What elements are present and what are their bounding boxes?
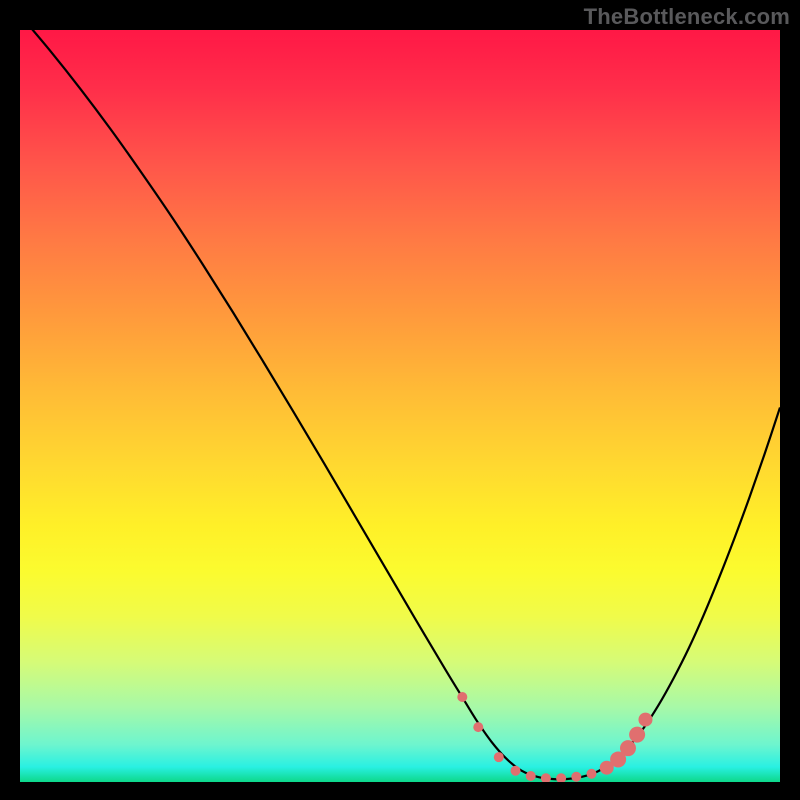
curve-marker xyxy=(638,713,652,727)
watermark-text: TheBottleneck.com xyxy=(584,4,790,30)
curve-marker xyxy=(629,727,645,743)
bottleneck-curve xyxy=(20,30,780,779)
curve-marker xyxy=(587,769,597,779)
chart-overlay xyxy=(20,30,780,782)
curve-marker xyxy=(511,766,521,776)
chart-frame: TheBottleneck.com xyxy=(0,0,800,800)
curve-marker xyxy=(571,772,581,782)
curve-marker xyxy=(526,771,536,781)
curve-marker xyxy=(473,722,483,732)
curve-marker xyxy=(541,773,551,782)
curve-marker xyxy=(457,692,467,702)
curve-marker xyxy=(620,740,636,756)
curve-marker xyxy=(556,773,566,782)
plot-area xyxy=(20,30,780,782)
curve-marker xyxy=(494,752,504,762)
